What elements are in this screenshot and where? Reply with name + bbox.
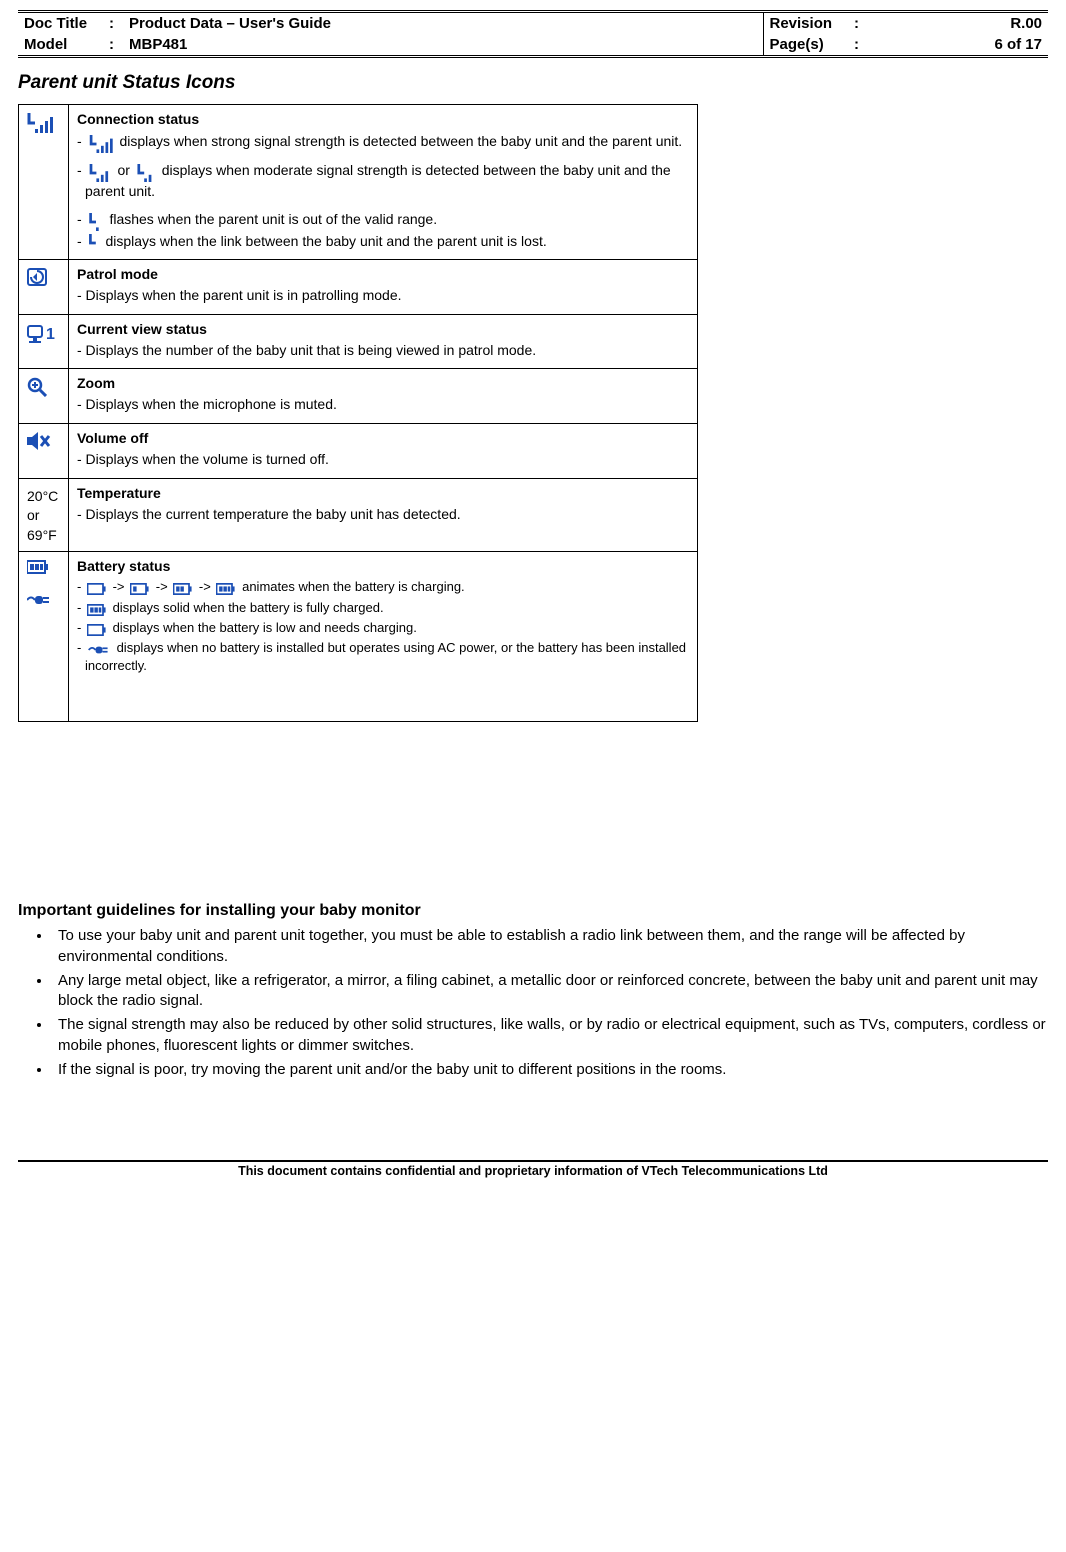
battery-icon-cell: [19, 552, 69, 722]
colon: :: [848, 34, 868, 57]
footer: This document contains confidential and …: [18, 1160, 1048, 1178]
zoom-line: - Displays when the microphone is muted.: [77, 395, 689, 415]
vol-line: - Displays when the volume is turned off…: [77, 450, 689, 470]
colon: :: [103, 34, 123, 57]
model-label: Model: [18, 34, 103, 57]
volume-off-desc: Volume off - Displays when the volume is…: [69, 423, 698, 478]
patrol-line: - Displays when the parent unit is in pa…: [77, 286, 689, 306]
view-status-icon-cell: 1: [19, 314, 69, 369]
plug-icon: [87, 644, 111, 656]
svg-text:1: 1: [46, 326, 55, 343]
row-title: Temperature: [77, 485, 689, 501]
battery-full-icon: [87, 604, 107, 616]
patrol-icon-cell: [19, 260, 69, 315]
status-icons-table: Connection status - displays when strong…: [18, 104, 698, 722]
doc-header: Doc Title : Product Data – User's Guide …: [18, 10, 1048, 58]
section-title: Parent unit Status Icons: [18, 72, 1048, 94]
signal-1bar-icon: [88, 213, 104, 231]
guideline-item: If the signal is poor, try moving the pa…: [52, 1060, 1048, 1080]
row-title: Zoom: [77, 375, 689, 391]
conn-line-3: - flashes when the parent unit is out of…: [77, 210, 689, 230]
temperature-icon-cell: 20°C or 69°F: [19, 478, 69, 552]
view-status-desc: Current view status - Displays the numbe…: [69, 314, 698, 369]
guideline-item: The signal strength may also be reduced …: [52, 1015, 1048, 1056]
conn-line-2: - or displays when moderate signal stren…: [77, 160, 689, 202]
revision-value: R.00: [868, 12, 1048, 35]
guidelines-list: To use your baby unit and parent unit to…: [18, 926, 1048, 1080]
battery-1-icon: [130, 583, 150, 595]
battery-2-icon: [173, 583, 193, 595]
conn-line-1: - displays when strong signal strength i…: [77, 131, 689, 152]
zoom-icon: [27, 377, 47, 397]
battery-empty-icon: [87, 624, 107, 636]
battery-desc: Battery status - -> -> -> animates when …: [69, 552, 698, 722]
patrol-icon: [27, 268, 47, 286]
volume-off-icon-cell: [19, 423, 69, 478]
revision-label: Revision: [763, 12, 848, 35]
signal-2bar-icon: [136, 164, 156, 182]
guidelines-title: Important guidelines for installing your…: [18, 902, 1048, 920]
batt-line-4: - displays when no battery is installed …: [77, 639, 689, 675]
pages-label: Page(s): [763, 34, 848, 57]
camera-1-icon: 1: [27, 323, 55, 343]
view-line: - Displays the number of the baby unit t…: [77, 341, 689, 361]
connection-status-desc: Connection status - displays when strong…: [69, 105, 698, 260]
row-title: Volume off: [77, 430, 689, 446]
battery-full-icon: [216, 583, 236, 595]
colon: :: [103, 12, 123, 35]
temperature-desc: Temperature - Displays the current tempe…: [69, 478, 698, 552]
temp-line: - Displays the current temperature the b…: [77, 505, 689, 525]
row-title: Battery status: [77, 558, 689, 574]
guideline-item: Any large metal object, like a refrigera…: [52, 971, 1048, 1012]
row-title: Patrol mode: [77, 266, 689, 282]
connection-status-icon-cell: [19, 105, 69, 260]
volume-off-icon: [27, 432, 51, 450]
signal-4bar-icon: [88, 135, 114, 153]
batt-line-1: - -> -> -> animates when the battery is …: [77, 578, 689, 596]
battery-full-icon: [27, 560, 49, 574]
row-title: Connection status: [77, 111, 689, 127]
signal-0bar-icon: [88, 234, 100, 252]
doc-title-label: Doc Title: [18, 12, 103, 35]
conn-line-4: - displays when the link between the bab…: [77, 232, 689, 252]
signal-3bar-icon: [88, 164, 112, 182]
model-value: MBP481: [123, 34, 763, 57]
signal-4bar-icon: [27, 113, 53, 133]
battery-0-icon: [87, 583, 107, 595]
batt-line-2: - displays solid when the battery is ful…: [77, 599, 689, 617]
patrol-desc: Patrol mode - Displays when the parent u…: [69, 260, 698, 315]
row-title: Current view status: [77, 321, 689, 337]
guideline-item: To use your baby unit and parent unit to…: [52, 926, 1048, 967]
zoom-desc: Zoom - Displays when the microphone is m…: [69, 369, 698, 424]
pages-value: 6 of 17: [868, 34, 1048, 57]
zoom-icon-cell: [19, 369, 69, 424]
doc-title-value: Product Data – User's Guide: [123, 12, 763, 35]
plug-icon: [27, 593, 51, 607]
colon: :: [848, 12, 868, 35]
batt-line-3: - displays when the battery is low and n…: [77, 619, 689, 637]
